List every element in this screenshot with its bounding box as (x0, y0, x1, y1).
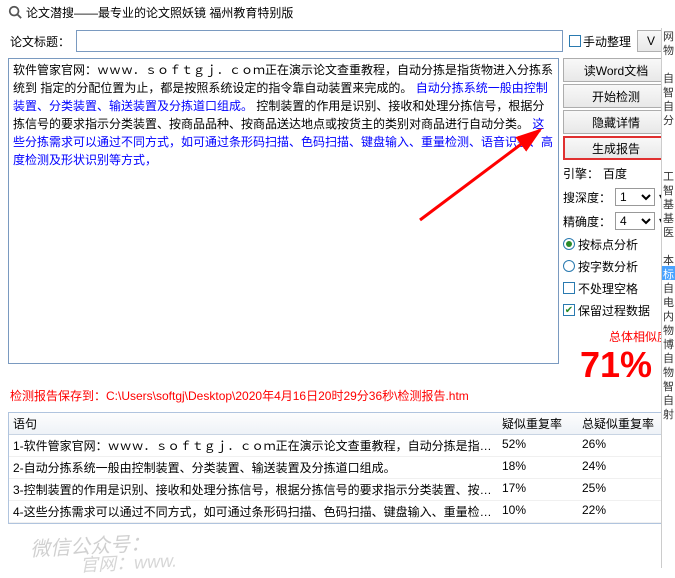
strip-item[interactable]: 射 (662, 406, 675, 420)
strip-item[interactable]: 自 (662, 280, 675, 294)
strip-item[interactable]: 网 (662, 28, 675, 42)
strip-item[interactable] (662, 154, 675, 168)
radio-label: 按标点分析 (578, 236, 638, 253)
engine-label: 引擎： (563, 165, 599, 182)
strip-item[interactable]: 基 (662, 196, 675, 210)
depth-select[interactable]: 1 (615, 188, 655, 206)
cell-sentence: 4-这些分拣需求可以通过不同方式，如可通过条形码扫描、色码扫描、键盘输入、重量检… (13, 503, 502, 520)
start-detect-button[interactable]: 开始检测 (563, 84, 669, 108)
strip-item[interactable] (662, 238, 675, 252)
strip-item[interactable]: 物 (662, 322, 675, 336)
watermark: 官网：www. (79, 546, 177, 577)
read-word-button[interactable]: 读Word文档 (563, 58, 669, 82)
strip-item[interactable]: 物 (662, 364, 675, 378)
strip-item[interactable]: 博 (662, 336, 675, 350)
main-area: 软件管家官网：ｗｗｗ．ｓｏｆｔｇｊ．ｃｏｍ正在演示论文查重教程，自动分拣是指货物… (0, 58, 675, 383)
ignore-space-checkbox[interactable]: 不处理空格 (563, 278, 669, 298)
table-header: 语句 疑似重复率 总疑似重复率 (9, 413, 666, 435)
checkbox-icon: ✔ (563, 304, 575, 316)
strip-item[interactable]: 物 (662, 42, 675, 56)
strip-item[interactable]: 智 (662, 182, 675, 196)
hide-details-button[interactable]: 隐藏详情 (563, 110, 669, 134)
strip-item[interactable] (662, 140, 675, 154)
manual-sort-checkbox[interactable]: 手动整理 (569, 33, 631, 50)
radio-label: 按字数分析 (578, 258, 638, 275)
by-punctuation-radio[interactable]: 按标点分析 (563, 234, 669, 254)
radio-icon (563, 238, 575, 250)
strip-item[interactable]: 内 (662, 308, 675, 322)
by-count-radio[interactable]: 按字数分析 (563, 256, 669, 276)
content-text: 指定的分配位置为止，都是按照系统设定的指令靠自动装置来完成的。 (40, 81, 412, 95)
strip-item[interactable] (662, 56, 675, 70)
strip-item[interactable]: 智 (662, 84, 675, 98)
check-label: 不处理空格 (578, 280, 638, 297)
cell-rate: 18% (502, 459, 582, 476)
manual-sort-label: 手动整理 (583, 33, 631, 50)
strip-item[interactable] (662, 126, 675, 140)
similarity-label: 总体相似度 (563, 328, 669, 345)
depth-label: 搜深度： (563, 189, 611, 206)
depth-row: 搜深度： 1 ▾ (563, 186, 669, 208)
result-table: 语句 疑似重复率 总疑似重复率 1-软件管家官网：ｗｗｗ．ｓｏｆｔｇｊ．ｃｏｍ正… (8, 412, 667, 524)
col-total-rate[interactable]: 总疑似重复率 (582, 415, 662, 432)
strip-item[interactable]: 基 (662, 210, 675, 224)
app-icon (8, 5, 22, 19)
strip-item[interactable]: 工 (662, 168, 675, 182)
title-input[interactable] (76, 30, 563, 52)
title-bar: 论文潜搜——最专业的论文照妖镜 福州教育特别版 (0, 0, 675, 24)
cell-total: 22% (582, 503, 662, 520)
engine-row: 引擎： 百度 (563, 162, 669, 184)
side-panel: 读Word文档 开始检测 隐藏详情 生成报告 引擎： 百度 搜深度： 1 ▾ 精… (563, 58, 671, 383)
strip-item[interactable]: 自 (662, 350, 675, 364)
table-row[interactable]: 2-自动分拣系统一般由控制装置、分类装置、输送装置及分拣道口组成。18%24% (9, 457, 666, 479)
strip-item[interactable]: 本 (662, 252, 675, 266)
table-row[interactable]: 1-软件管家官网：ｗｗｗ．ｓｏｆｔｇｊ．ｃｏｍ正在演示论文查重教程，自动分拣是指… (9, 435, 666, 457)
right-strip[interactable]: 网物自智自分工智基基医本标自电内物博自物智自射 (661, 28, 675, 568)
strip-item[interactable]: 智 (662, 378, 675, 392)
title-label: 论文标题： (10, 33, 70, 50)
radio-icon (563, 260, 575, 272)
strip-item[interactable]: 自 (662, 70, 675, 84)
cell-total: 24% (582, 459, 662, 476)
checkbox-icon (563, 282, 575, 294)
cell-sentence: 3-控制装置的作用是识别、接收和处理分拣信号，根据分拣信号的要求指示分类装置、按… (13, 481, 502, 498)
cell-rate: 52% (502, 437, 582, 454)
cell-sentence: 2-自动分拣系统一般由控制装置、分类装置、输送装置及分拣道口组成。 (13, 459, 502, 476)
engine-value: 百度 (603, 165, 627, 182)
check-label: 保留过程数据 (578, 302, 650, 319)
similarity-value: 71% (563, 347, 669, 383)
save-message: 检测报告保存到：C:\Users\softgj\Desktop\2020年4月1… (0, 383, 675, 408)
col-suspect-rate[interactable]: 疑似重复率 (502, 415, 582, 432)
col-sentence[interactable]: 语句 (13, 415, 502, 432)
strip-item[interactable]: 自 (662, 392, 675, 406)
checkbox-icon (569, 35, 581, 47)
cell-total: 26% (582, 437, 662, 454)
precision-label: 精确度： (563, 213, 611, 230)
cell-sentence: 1-软件管家官网：ｗｗｗ．ｓｏｆｔｇｊ．ｃｏｍ正在演示论文查重教程，自动分拣是指… (13, 437, 502, 454)
strip-item[interactable]: 电 (662, 294, 675, 308)
strip-item[interactable]: 标 (662, 266, 675, 280)
table-row[interactable]: 4-这些分拣需求可以通过不同方式，如可通过条形码扫描、色码扫描、键盘输入、重量检… (9, 501, 666, 523)
cell-rate: 17% (502, 481, 582, 498)
strip-item[interactable]: 医 (662, 224, 675, 238)
content-panel[interactable]: 软件管家官网：ｗｗｗ．ｓｏｆｔｇｊ．ｃｏｍ正在演示论文查重教程，自动分拣是指货物… (8, 58, 559, 364)
keep-data-checkbox[interactable]: ✔保留过程数据 (563, 300, 669, 320)
strip-item[interactable]: 分 (662, 112, 675, 126)
precision-row: 精确度： 4 ▾ (563, 210, 669, 232)
generate-report-button[interactable]: 生成报告 (563, 136, 669, 160)
cell-rate: 10% (502, 503, 582, 520)
window-title: 论文潜搜——最专业的论文照妖镜 福州教育特别版 (26, 4, 293, 21)
top-row: 论文标题： 手动整理 V (0, 24, 675, 58)
table-body: 1-软件管家官网：ｗｗｗ．ｓｏｆｔｇｊ．ｃｏｍ正在演示论文查重教程，自动分拣是指… (9, 435, 666, 523)
cell-total: 25% (582, 481, 662, 498)
precision-select[interactable]: 4 (615, 212, 655, 230)
table-row[interactable]: 3-控制装置的作用是识别、接收和处理分拣信号，根据分拣信号的要求指示分类装置、按… (9, 479, 666, 501)
strip-item[interactable]: 自 (662, 98, 675, 112)
